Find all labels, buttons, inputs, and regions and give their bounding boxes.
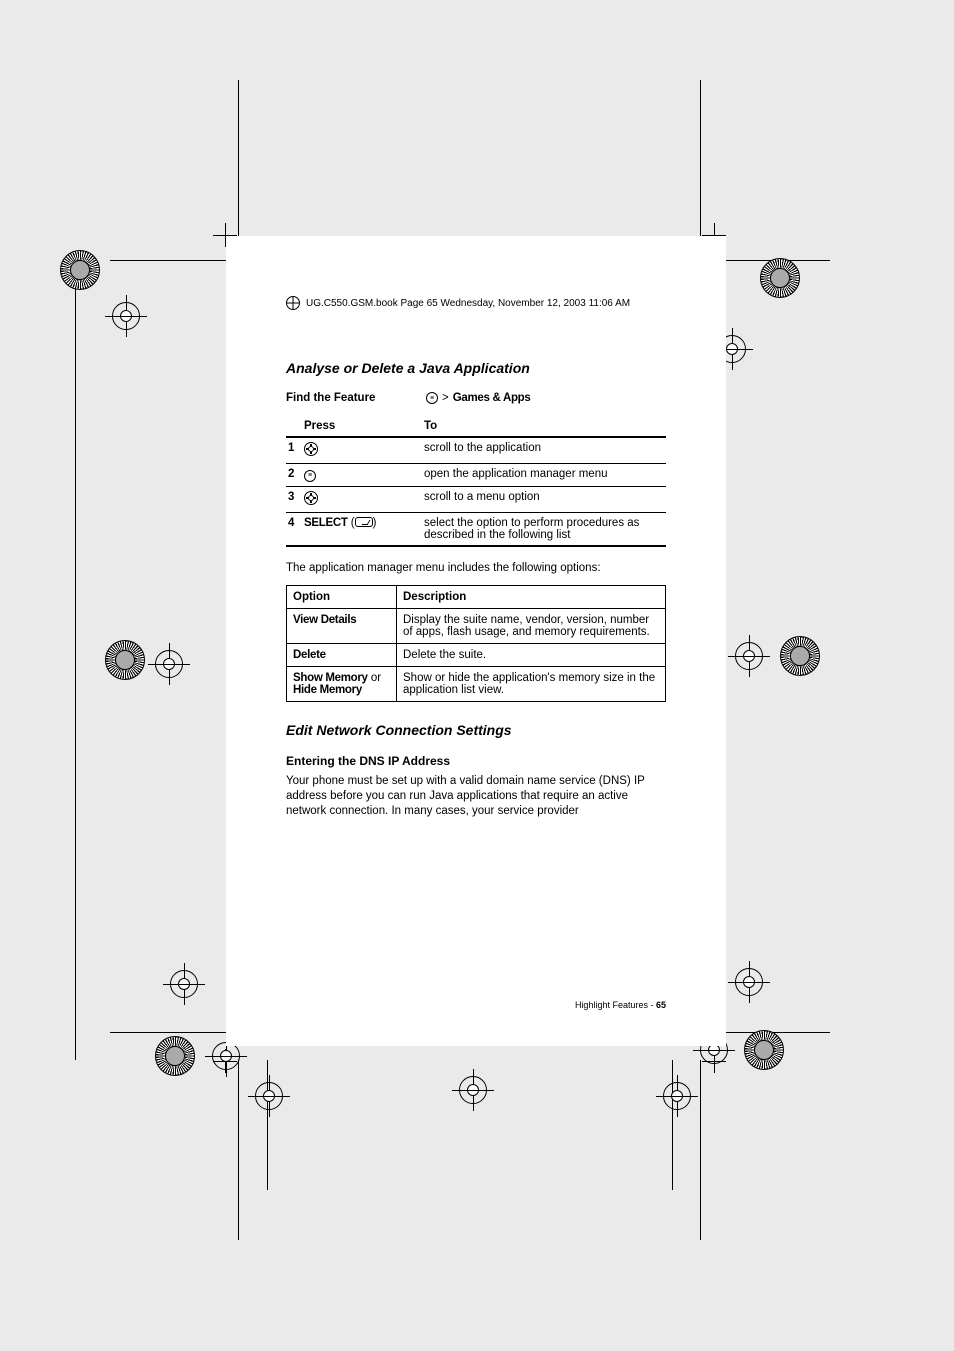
crosshair-target-icon xyxy=(663,1082,691,1110)
page-footer: Highlight Features - 65 xyxy=(575,1000,666,1010)
find-feature-path: ≡ > Games & Apps xyxy=(426,392,531,404)
crosshair-target-icon xyxy=(155,650,183,678)
option-description: Show or hide the application's memory si… xyxy=(397,667,666,702)
steps-table: Press To 1 scroll to the application 2 ≡ xyxy=(286,416,666,547)
find-feature-label: Find the Feature xyxy=(286,392,426,404)
step-number: 4 xyxy=(286,512,302,546)
page-header: UG.C550.GSM.book Page 65 Wednesday, Nove… xyxy=(286,296,666,310)
options-header-option: Option xyxy=(287,586,397,609)
crosshair-target-icon xyxy=(255,1082,283,1110)
step-number: 1 xyxy=(286,437,302,464)
grille-icon xyxy=(780,636,820,676)
crop-mark xyxy=(700,1060,701,1240)
step-action: scroll to the application xyxy=(422,437,666,464)
intro-paragraph: The application manager menu includes th… xyxy=(286,561,666,576)
table-row: 4 SELECT () select the option to perform… xyxy=(286,512,666,546)
option-name-b: Hide Memory xyxy=(293,684,362,696)
option-description: Display the suite name, vendor, version,… xyxy=(397,609,666,644)
table-row: View Details Display the suite name, ven… xyxy=(287,609,666,644)
select-softkey-label: SELECT xyxy=(304,517,348,529)
table-row: Delete Delete the suite. xyxy=(287,644,666,667)
gt-symbol: > xyxy=(442,392,449,404)
options-header-description: Description xyxy=(397,586,666,609)
subheading: Entering the DNS IP Address xyxy=(286,754,666,768)
table-row: 2 ≡ open the application manager menu xyxy=(286,464,666,487)
nav-key-icon xyxy=(304,442,318,456)
grille-icon xyxy=(105,640,145,680)
right-softkey-icon xyxy=(355,517,373,527)
option-name: Delete xyxy=(293,649,326,661)
crop-mark xyxy=(267,1060,268,1190)
grille-icon xyxy=(760,258,800,298)
steps-header-press: Press xyxy=(302,416,422,437)
header-text: UG.C550.GSM.book Page 65 Wednesday, Nove… xyxy=(306,298,630,309)
close-paren: ) xyxy=(373,517,377,529)
grille-icon xyxy=(60,250,100,290)
option-name: View Details xyxy=(293,614,356,626)
find-the-feature-row: Find the Feature ≡ > Games & Apps xyxy=(286,392,666,404)
options-table: Option Description View Details Display … xyxy=(286,585,666,702)
crosshair-target-icon xyxy=(735,968,763,996)
option-or-text: or xyxy=(368,672,381,684)
step-action: scroll to a menu option xyxy=(422,486,666,512)
option-name-a: Show Memory xyxy=(293,672,368,684)
menu-icon: ≡ xyxy=(426,392,438,404)
step-number: 3 xyxy=(286,486,302,512)
crosshair-target-icon xyxy=(459,1076,487,1104)
footer-section-text: Highlight Features - xyxy=(575,1000,656,1010)
crosshair-target-icon xyxy=(112,302,140,330)
header-marker-icon xyxy=(286,296,300,310)
grille-icon xyxy=(155,1036,195,1076)
crop-mark xyxy=(238,1060,239,1240)
crop-mark xyxy=(75,260,76,1060)
table-row: 3 scroll to a menu option xyxy=(286,486,666,512)
page-sheet: UG.C550.GSM.book Page 65 Wednesday, Nove… xyxy=(226,236,726,1046)
grille-icon xyxy=(744,1030,784,1070)
nav-key-icon xyxy=(304,491,318,505)
option-description: Delete the suite. xyxy=(397,644,666,667)
step-action: select the option to perform procedures … xyxy=(422,512,666,546)
body-paragraph: Your phone must be set up with a valid d… xyxy=(286,774,666,819)
section-title: Edit Network Connection Settings xyxy=(286,722,666,738)
step-number: 2 xyxy=(286,464,302,487)
crop-mark xyxy=(672,1060,673,1190)
crosshair-target-icon xyxy=(735,642,763,670)
table-row: 1 scroll to the application xyxy=(286,437,666,464)
menu-icon: ≡ xyxy=(304,470,316,482)
table-row: Show Memory or Hide Memory Show or hide … xyxy=(287,667,666,702)
crosshair-target-icon xyxy=(212,1042,240,1070)
footer-page-number: 65 xyxy=(656,1000,666,1010)
steps-header-to: To xyxy=(422,416,666,437)
menu-path-text: Games & Apps xyxy=(453,392,531,404)
step-action: open the application manager menu xyxy=(422,464,666,487)
crosshair-target-icon xyxy=(170,970,198,998)
section-title: Analyse or Delete a Java Application xyxy=(286,360,666,376)
